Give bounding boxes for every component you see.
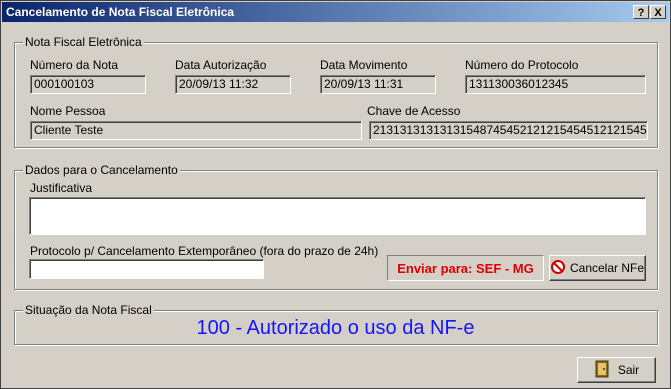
help-button[interactable]: ? bbox=[633, 5, 649, 19]
cancelamento-window: Cancelamento de Nota Fiscal Eletrônica ?… bbox=[0, 0, 671, 389]
data-movimento-field[interactable]: 20/09/13 11:31 bbox=[320, 75, 436, 94]
enviar-para-label: Enviar para: SEF - MG bbox=[387, 255, 544, 281]
close-button[interactable]: X bbox=[650, 5, 666, 19]
data-movimento-label: Data Movimento bbox=[320, 58, 408, 72]
chave-acesso-label: Chave de Acesso bbox=[367, 104, 461, 118]
cancelar-nfe-button[interactable]: Cancelar NFe bbox=[549, 255, 646, 281]
numero-nota-field[interactable]: 000100103 bbox=[30, 75, 146, 94]
exit-door-icon bbox=[594, 360, 610, 381]
data-autorizacao-field[interactable]: 20/09/13 11:32 bbox=[175, 75, 291, 94]
protocolo-extemporaneo-label: Protocolo p/ Cancelamento Extemporâneo (… bbox=[30, 244, 379, 258]
protocolo-extemporaneo-field[interactable] bbox=[29, 259, 264, 279]
cancelar-nfe-label: Cancelar NFe bbox=[569, 261, 645, 275]
situacao-legend: Situação da Nota Fiscal bbox=[23, 303, 154, 317]
justificativa-label: Justificativa bbox=[30, 181, 93, 195]
nome-pessoa-label: Nome Pessoa bbox=[30, 104, 106, 118]
numero-nota-label: Número da Nota bbox=[30, 58, 119, 72]
cancel-icon bbox=[550, 259, 565, 277]
sair-button[interactable]: Sair bbox=[577, 357, 656, 383]
status-text: 100 - Autorizado o uso da NF-e bbox=[196, 317, 475, 339]
numero-protocolo-field[interactable]: 131130036012345 bbox=[465, 75, 646, 94]
chave-acesso-field[interactable]: 2131313131313154874545212121545451212154… bbox=[369, 121, 648, 140]
nota-fiscal-legend: Nota Fiscal Eletrônica bbox=[23, 35, 144, 49]
data-autorizacao-label: Data Autorização bbox=[175, 58, 267, 72]
numero-protocolo-label: Número do Protocolo bbox=[465, 58, 579, 72]
title-bar[interactable]: Cancelamento de Nota Fiscal Eletrônica ?… bbox=[2, 2, 669, 22]
cancelamento-legend: Dados para o Cancelamento bbox=[23, 163, 180, 177]
sair-label: Sair bbox=[617, 363, 640, 377]
nome-pessoa-field[interactable]: Cliente Teste bbox=[30, 121, 362, 140]
justificativa-field[interactable] bbox=[29, 197, 646, 235]
window-title: Cancelamento de Nota Fiscal Eletrônica bbox=[6, 5, 235, 19]
